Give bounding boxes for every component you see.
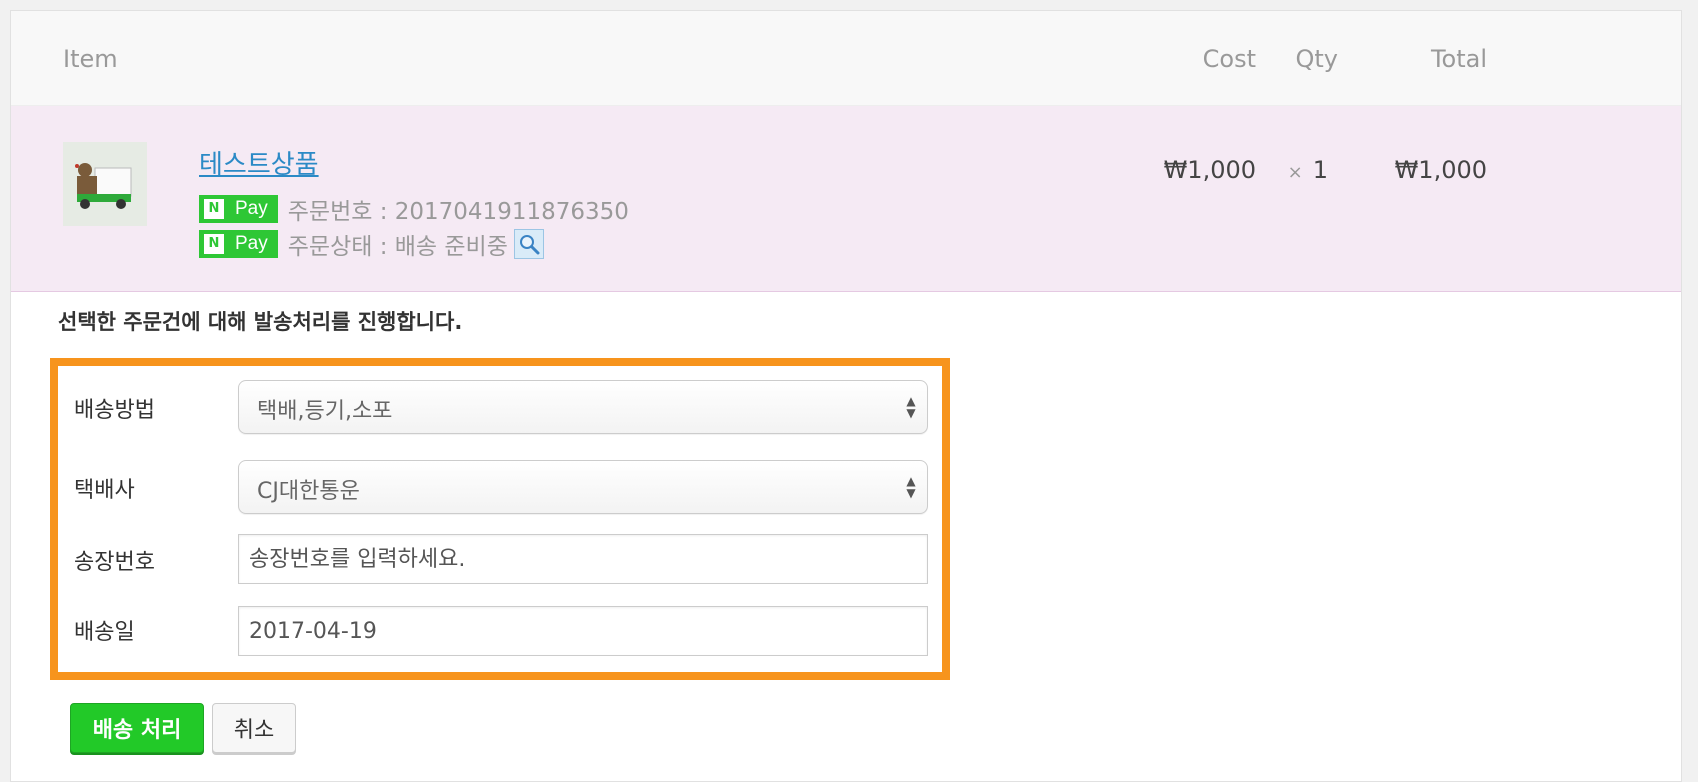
header-item: Item (63, 45, 118, 73)
shipping-method-select[interactable]: 택배,등기,소포 ▲ ▼ (238, 380, 928, 434)
table-row: 테스트상품 N Pay 주문번호 : 2017041911876350 N Pa… (11, 106, 1681, 292)
table-header: Item Cost Qty Total (11, 11, 1681, 106)
npay-badge: N Pay (199, 230, 278, 258)
shipping-method-label: 배송방법 (74, 398, 155, 423)
shipping-date-input[interactable] (238, 606, 928, 656)
magnifier-icon[interactable] (513, 229, 544, 259)
product-thumbnail (63, 142, 147, 226)
shipping-method-value: 택배,등기,소포 (257, 399, 393, 424)
select-arrows-icon: ▲ ▼ (906, 474, 916, 500)
qty-times-sign: × (1287, 162, 1303, 183)
shipping-date-label: 배송일 (74, 620, 135, 645)
delivery-truck-image (63, 142, 147, 226)
npay-pay-label: Pay (227, 197, 276, 221)
cancel-button[interactable]: 취소 (212, 703, 296, 753)
product-name-link[interactable]: 테스트상품 (199, 144, 319, 181)
header-total: Total (1430, 45, 1487, 73)
courier-value: CJ대한통운 (257, 479, 360, 504)
submit-shipping-button[interactable]: 배송 처리 (70, 703, 204, 753)
tracking-label: 송장번호 (74, 550, 155, 575)
header-qty: Qty (1295, 45, 1338, 73)
shipping-instruction: 선택한 주문건에 대해 발송처리를 진행합니다. (58, 310, 463, 334)
order-number-line: N Pay 주문번호 : 2017041911876350 (199, 192, 629, 226)
courier-label: 택배사 (74, 478, 135, 503)
order-status-text: 주문상태 : 배송 준비중 (287, 234, 508, 260)
npay-badge: N Pay (199, 195, 278, 223)
select-arrows-icon: ▲ ▼ (906, 394, 916, 420)
npay-n-mark: N (204, 234, 224, 254)
npay-pay-label: Pay (227, 232, 276, 256)
courier-select[interactable]: CJ대한통운 ▲ ▼ (238, 460, 928, 514)
order-status-line: N Pay 주문상태 : 배송 준비중 (199, 227, 544, 261)
item-qty: × 1 (1288, 156, 1328, 184)
npay-n-mark: N (204, 199, 224, 219)
item-total: ₩1,000 (1394, 156, 1487, 184)
header-cost: Cost (1202, 45, 1256, 73)
tracking-number-input[interactable] (238, 534, 928, 584)
order-number-text: 주문번호 : 2017041911876350 (287, 199, 629, 225)
item-cost: ₩1,000 (1163, 156, 1256, 184)
shipping-form-highlight: 배송방법 택배,등기,소포 ▲▼ 택배사 CJ대한통운 ▲▼ 송장번호 배송일 (50, 358, 950, 680)
qty-value: 1 (1312, 156, 1328, 184)
